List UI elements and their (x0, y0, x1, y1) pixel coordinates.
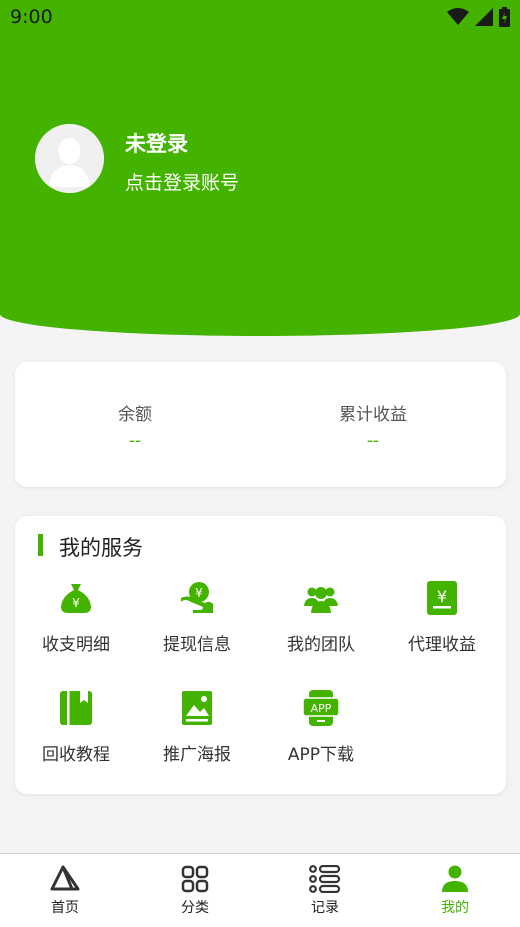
services-title: 我的服务 (59, 536, 143, 560)
tab-category[interactable]: 分类 (130, 854, 260, 927)
team-icon (304, 587, 338, 613)
svg-text:¥: ¥ (437, 587, 447, 606)
service-withdraw-info[interactable]: ¥ 提现信息 (136, 580, 258, 655)
balance-label: 余额 (118, 405, 152, 425)
battery-icon (499, 7, 510, 27)
status-time: 9:00 (10, 6, 53, 28)
service-label: 收支明细 (42, 635, 110, 655)
tab-label: 首页 (51, 900, 79, 916)
tab-mine[interactable]: 我的 (390, 854, 520, 927)
balance-item[interactable]: 余额 -- (15, 400, 255, 451)
app-phone-icon: APP (303, 690, 339, 726)
login-status[interactable]: 未登录 (125, 128, 188, 158)
section-accent-bar (38, 534, 43, 556)
person-icon (442, 865, 468, 892)
service-label: 提现信息 (163, 635, 231, 655)
total-earnings-item[interactable]: 累计收益 -- (253, 400, 493, 451)
book-icon (60, 691, 92, 725)
balance-value: -- (128, 431, 142, 451)
balance-card: 余额 -- 累计收益 -- (15, 362, 506, 487)
wifi-icon (447, 8, 469, 25)
service-label: 回收教程 (42, 745, 110, 765)
home-triangle-icon (50, 865, 80, 891)
svg-text:¥: ¥ (195, 586, 203, 600)
status-bar: 9:00 (0, 0, 520, 36)
svg-text:¥: ¥ (72, 596, 80, 610)
hand-coin-icon: ¥ (181, 582, 213, 613)
money-bag-icon: ¥ (61, 584, 91, 613)
services-card: 我的服务 ¥ 收支明细 ¥ 提现信息 我的团队 ¥ 代理收益 回收教程 推广海报… (15, 516, 506, 794)
service-agent-earnings[interactable]: ¥ 代理收益 (381, 580, 503, 655)
service-label: 代理收益 (408, 635, 476, 655)
bottom-tab-bar: 首页 分类 记录 我的 (0, 853, 520, 927)
total-earnings-value: -- (366, 431, 380, 451)
tab-label: 分类 (181, 900, 209, 916)
service-income-expense[interactable]: ¥ 收支明细 (15, 580, 137, 655)
login-prompt[interactable]: 点击登录账号 (125, 168, 239, 195)
total-earnings-label: 累计收益 (339, 405, 407, 425)
poster-image-icon (182, 691, 212, 725)
avatar[interactable] (35, 124, 104, 193)
service-promo-poster[interactable]: 推广海报 (136, 690, 258, 765)
tab-label: 记录 (311, 900, 339, 916)
yen-document-icon: ¥ (427, 581, 457, 615)
service-label: 推广海报 (163, 745, 231, 765)
signal-icon (475, 8, 493, 26)
tab-home[interactable]: 首页 (0, 854, 130, 927)
tab-records[interactable]: 记录 (260, 854, 390, 927)
status-icons (447, 7, 510, 27)
service-label: 我的团队 (287, 635, 355, 655)
avatar-placeholder-icon (35, 124, 104, 193)
service-label: APP下载 (287, 745, 355, 765)
category-grid-icon (181, 865, 209, 893)
service-app-download[interactable]: APP APP下载 (260, 690, 382, 765)
service-recycle-tutorial[interactable]: 回收教程 (15, 690, 137, 765)
tab-label: 我的 (441, 900, 469, 916)
service-my-team[interactable]: 我的团队 (260, 580, 382, 655)
list-icon (309, 865, 341, 893)
svg-text:APP: APP (311, 702, 332, 715)
